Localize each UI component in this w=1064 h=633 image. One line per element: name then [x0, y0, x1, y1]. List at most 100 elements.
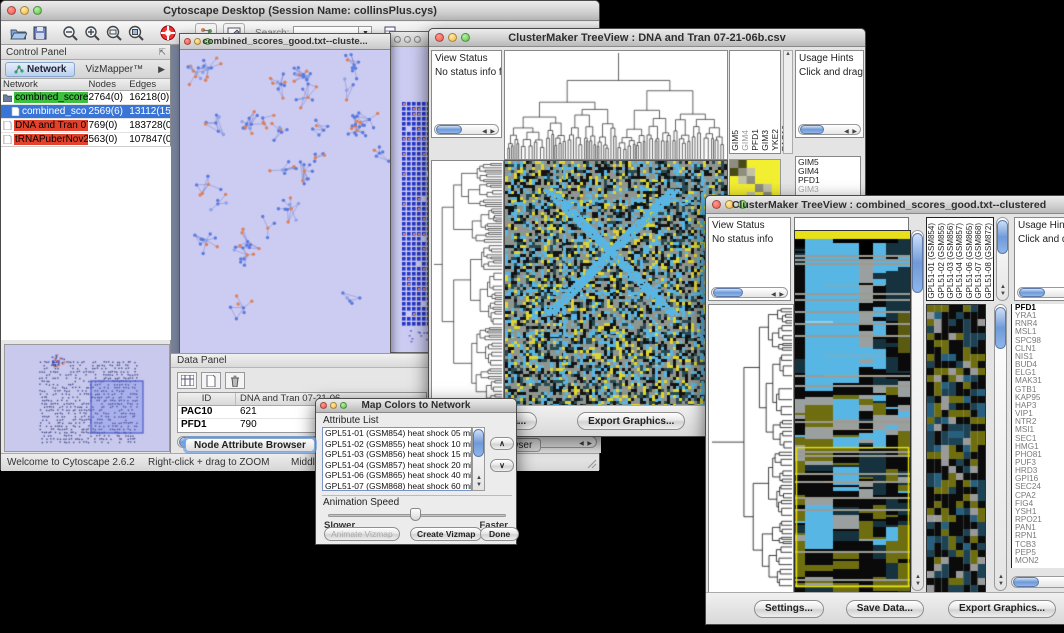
network-view-window-1[interactable]: combined_scores_good.txt--cluste...: [179, 33, 391, 361]
export-graphics-button[interactable]: Export Graphics...: [577, 412, 685, 430]
network-canvas[interactable]: [180, 50, 390, 360]
attribute-item[interactable]: GPL51-03 (GSM856) heat shock 15 min: [323, 449, 471, 460]
treeview2-headers-vscrollbar[interactable]: ▲▼: [996, 217, 1009, 301]
move-down-button[interactable]: ∨: [490, 459, 514, 472]
treeview2-main-heatmap[interactable]: [794, 230, 911, 593]
treeview2-titlebar[interactable]: ClusterMaker TreeView : combined_scores_…: [706, 196, 1064, 214]
usage-hints-hscrollbar[interactable]: [1017, 287, 1064, 298]
col-header[interactable]: GPL51-07 (GSM868): [974, 223, 983, 299]
attribute-item[interactable]: GPL51-07 (GSM868) heat shock 60 min: [323, 481, 471, 492]
scrollbar-thumb[interactable]: [1019, 288, 1045, 297]
export-graphics-button[interactable]: Export Graphics...: [948, 600, 1056, 618]
col-header[interactable]: GPL51-08 (GSM872): [984, 223, 993, 299]
view-status-text: No status info: [709, 234, 790, 248]
col-label[interactable]: PFD1: [750, 129, 760, 151]
cell-id[interactable]: PFD1: [178, 419, 236, 432]
scrollbar-thumb[interactable]: [800, 125, 824, 134]
col-header[interactable]: GPL51-06 (GSM865): [965, 223, 974, 299]
treeview1-row-dendrogram[interactable]: [431, 160, 504, 406]
zoom-in-icon[interactable]: [81, 23, 103, 43]
select-attributes-icon[interactable]: [177, 372, 197, 389]
zoom-selected-icon[interactable]: [125, 23, 147, 43]
scrollbar-thumb[interactable]: [713, 288, 743, 297]
dialog-title: Map Colors to Network: [316, 400, 516, 411]
attribute-item[interactable]: GPL51-02 (GSM855) heat shock 10 min: [323, 439, 471, 450]
main-titlebar[interactable]: Cytoscape Desktop (Session Name: collins…: [1, 1, 599, 21]
zoom-fit-icon[interactable]: [103, 23, 125, 43]
scrollbar-arrows[interactable]: ◀ ▶: [579, 439, 593, 449]
scrollbar-thumb[interactable]: [1013, 577, 1039, 587]
network-row-combined-sco-selected[interactable]: combined_sco 2569(6) 13112(15): [1, 105, 170, 119]
scrollbar-thumb[interactable]: [436, 125, 462, 134]
map-colors-dialog: Map Colors to Network Attribute List GPL…: [315, 398, 517, 545]
network-table-header[interactable]: Network Nodes Edges: [1, 79, 170, 91]
view-status-title: View Status: [432, 51, 501, 67]
treeview2-gene-list[interactable]: PFD1YRA1RNR4MSL1SPC98CLN1NIS1BUD4ELG1MAK…: [1011, 304, 1064, 568]
network-row-dna-tran[interactable]: DNA and Tran 07 769(0) 183728(0): [1, 119, 170, 133]
tab-vizmapper[interactable]: VizMapper™: [85, 64, 143, 75]
scrollbar-thumb[interactable]: [995, 307, 1006, 349]
scrollbar-thumb[interactable]: [473, 429, 484, 457]
view-status-hscrollbar[interactable]: ◀ ▶: [711, 287, 788, 298]
col-header[interactable]: GPL51-03 (GSM856): [946, 223, 955, 299]
col-label[interactable]: GIM3: [760, 130, 770, 151]
col-label[interactable]: GIM5: [730, 130, 740, 151]
network-window-title: combined_scores_good.txt--cluste...: [180, 36, 390, 47]
dialog-titlebar[interactable]: Map Colors to Network: [316, 399, 516, 413]
save-data-button[interactable]: Save Data...: [846, 600, 924, 618]
treeview2-zoom-vscrollbar[interactable]: ▲▼: [994, 304, 1007, 591]
new-attribute-icon[interactable]: [201, 372, 221, 389]
tab-node-attribute-browser[interactable]: Node Attribute Browser: [185, 438, 315, 452]
settings-button[interactable]: Settings...: [754, 600, 824, 618]
attribute-item[interactable]: GPL51-06 (GSM865) heat shock 40 min: [323, 470, 471, 481]
treeview2-main-vscrollbar[interactable]: ▲▼: [911, 230, 924, 591]
minimize-button[interactable]: [404, 36, 411, 43]
help-lifebuoy-icon[interactable]: [157, 23, 179, 43]
attribute-list[interactable]: GPL51-01 (GSM854) heat shock 05 minGPL51…: [322, 427, 472, 491]
float-panel-icon[interactable]: ⇱: [158, 47, 166, 58]
done-button[interactable]: Done: [480, 527, 519, 541]
tab-overflow-arrow[interactable]: ▶: [158, 64, 165, 75]
treeview2-window: ClusterMaker TreeView : combined_scores_…: [705, 195, 1064, 625]
zoom-out-icon[interactable]: [59, 23, 81, 43]
col-label[interactable]: YKE2: [770, 129, 780, 151]
delete-attribute-trash-icon[interactable]: [225, 372, 245, 389]
resize-grip[interactable]: [585, 457, 597, 469]
network-row-combined-scores[interactable]: combined_scores 2764(0) 16218(0): [1, 91, 170, 105]
attribute-list-vscrollbar[interactable]: ▲▼: [472, 427, 485, 491]
create-vizmap-button[interactable]: Create Vizmap: [410, 527, 482, 541]
gene-label[interactable]: MON2: [1015, 557, 1064, 565]
col-header[interactable]: GPL51-01 (GSM854): [927, 223, 936, 299]
zoom-button[interactable]: [414, 36, 421, 43]
scrollbar-thumb[interactable]: [912, 233, 923, 293]
treeview1-vscroll-lane[interactable]: ▲: [783, 50, 793, 154]
treeview1-column-dendrogram[interactable]: [504, 50, 728, 160]
attribute-item[interactable]: GPL51-04 (GSM857) heat shock 20 min: [323, 460, 471, 471]
animate-vizmap-button[interactable]: Animate Vizmap: [324, 527, 400, 541]
treeview2-zoom-heatmap[interactable]: [926, 304, 986, 593]
save-icon[interactable]: [29, 23, 51, 43]
treeview2-row-dendrogram[interactable]: [708, 304, 794, 593]
slider-thumb[interactable]: [410, 508, 421, 521]
open-folder-icon[interactable]: [7, 23, 29, 43]
treeview1-titlebar[interactable]: ClusterMaker TreeView : DNA and Tran 07-…: [429, 29, 865, 47]
cell-id[interactable]: PAC10: [178, 406, 236, 418]
view-status-hscrollbar[interactable]: ◀ ▶: [434, 124, 499, 135]
col-header[interactable]: GPL51-04 (GSM857): [955, 223, 964, 299]
treeview2-column-headers: GPL51-01 (GSM854) GPL51-02 (GSM855) GPL5…: [926, 217, 994, 301]
tab-network[interactable]: Network: [5, 62, 75, 77]
move-up-button[interactable]: ∧: [490, 437, 514, 450]
control-panel: Control Panel ⇱ Network VizMapper™ ▶ Net…: [1, 45, 171, 453]
col-label[interactable]: GIM4: [740, 130, 750, 151]
network-row-trnapuber[interactable]: tRNAPuberNov2+ 563(0) 107847(0): [1, 133, 170, 147]
treeview1-global-heatmap[interactable]: [504, 160, 728, 406]
scrollbar-thumb[interactable]: [997, 220, 1008, 254]
treeview2-gene-hscrollbar[interactable]: [1011, 576, 1064, 588]
treeview1-column-labels: GIM5 GIM4 PFD1 GIM3 YKE2 PAC10: [729, 50, 781, 154]
close-button[interactable]: [394, 36, 401, 43]
usage-hints-hscrollbar[interactable]: ◀ ▶: [798, 124, 861, 135]
col-header[interactable]: GPL51-02 (GSM855): [937, 223, 946, 299]
network-overview-minimap[interactable]: [4, 344, 170, 452]
attribute-item[interactable]: GPL51-01 (GSM854) heat shock 05 min: [323, 428, 471, 439]
network-list-empty-area[interactable]: [1, 146, 171, 340]
